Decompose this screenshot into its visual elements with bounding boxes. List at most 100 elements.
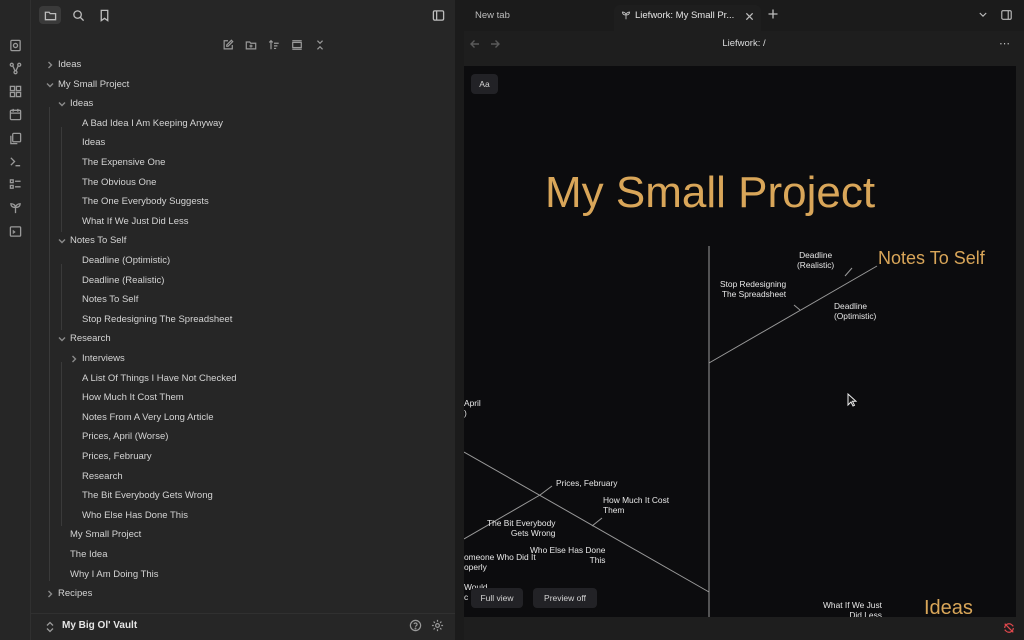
branch-line (844, 267, 853, 277)
tree-file[interactable]: Notes To Self (82, 291, 138, 309)
search-icon (72, 9, 84, 21)
tree-file[interactable]: Notes From A Very Long Article (82, 409, 213, 427)
tree-folder[interactable]: Recipes (58, 585, 92, 603)
auto-reveal-button[interactable] (285, 36, 308, 54)
tree-file[interactable]: Deadline (Realistic) (82, 272, 164, 290)
command-palette-icon[interactable] (8, 224, 22, 238)
collapse-panel-icon (291, 40, 302, 50)
font-toggle-button[interactable]: Aa (471, 74, 498, 94)
branch-line (793, 304, 801, 311)
node-deadline-optimistic[interactable]: Deadline (Optimistic) (834, 301, 876, 321)
node-how-much-it-cost[interactable]: How Much It Cost Them (603, 495, 669, 515)
terminal-icon[interactable] (8, 154, 22, 168)
tree-folder[interactable]: Interviews (82, 350, 125, 368)
sync-error-icon[interactable] (1003, 622, 1017, 636)
tree-file[interactable]: The Idea (70, 546, 108, 564)
tree-file[interactable]: What If We Just Did Less (82, 213, 188, 231)
tree-file[interactable]: Why I Am Doing This (70, 566, 159, 584)
node-prices-february[interactable]: Prices, February (556, 478, 617, 488)
chevron-down-icon[interactable] (45, 76, 55, 94)
tab-new-tab[interactable]: New tab (467, 5, 607, 31)
node-deadline-realistic[interactable]: Deadline (Realistic) (797, 250, 834, 270)
tree-file[interactable]: Stop Redesigning The Spreadsheet (82, 311, 232, 329)
tree-file[interactable]: How Much It Cost Them (82, 389, 184, 407)
files-tab-button[interactable] (39, 6, 61, 24)
tree-file[interactable]: A List Of Things I Have Not Checked (82, 370, 237, 388)
sprout-icon[interactable] (8, 200, 22, 214)
canvas-icon[interactable] (8, 84, 22, 98)
tree-file[interactable]: Deadline (Optimistic) (82, 252, 170, 270)
tree-folder[interactable]: Ideas (58, 56, 81, 74)
sort-button[interactable] (262, 36, 285, 54)
new-tab-icon[interactable] (768, 9, 778, 22)
branch-title-notes-to-self[interactable]: Notes To Self (878, 248, 985, 269)
chevron-down-icon[interactable] (57, 95, 67, 113)
tree-file[interactable]: Ideas (82, 134, 105, 152)
indent-guide (61, 263, 62, 331)
collapse-all-button[interactable] (308, 36, 331, 54)
tree-file[interactable]: Research (82, 468, 123, 486)
tree-file[interactable]: The Bit Everybody Gets Wrong (82, 487, 213, 505)
open-quick-switcher-icon[interactable] (8, 38, 22, 52)
root-node-title[interactable]: My Small Project (545, 168, 875, 218)
node-bit-everybody-gets-wrong[interactable]: The Bit Everybody Gets Wrong (487, 518, 555, 538)
tree-folder[interactable]: Ideas (70, 95, 93, 113)
sidebar-toggle-icon (432, 9, 444, 21)
tab-liefwork[interactable]: Liefwork: My Small Pr... (614, 5, 761, 31)
chevron-right-icon[interactable] (45, 56, 55, 74)
chevron-down-icon[interactable] (57, 232, 67, 250)
chevron-right-icon[interactable] (69, 350, 79, 368)
view-title: Liefwork: / (722, 38, 766, 49)
list-icon[interactable] (8, 177, 22, 191)
node-someone-who-did-it-partial[interactable]: omeone Who Did It operly (464, 552, 536, 572)
preview-toggle-button[interactable]: Preview off (533, 588, 597, 608)
close-icon[interactable] (745, 8, 754, 30)
chevron-down-icon[interactable] (978, 11, 988, 22)
new-folder-button[interactable] (239, 36, 262, 54)
tree-folder[interactable]: My Small Project (58, 76, 129, 94)
help-icon[interactable] (409, 619, 423, 633)
left-ribbon (0, 0, 31, 640)
file-explorer-actions (216, 36, 331, 54)
mindmap-canvas[interactable]: Aa My Small Project Notes To Self Ideas … (464, 66, 1016, 617)
gear-icon[interactable] (431, 619, 445, 633)
tree-file[interactable]: The Obvious One (82, 174, 156, 192)
search-tab-button[interactable] (67, 6, 89, 24)
indent-guide (61, 126, 62, 233)
graph-view-icon[interactable] (8, 61, 22, 75)
vault-switcher[interactable]: My Big Ol' Vault (31, 613, 455, 640)
pane-divider[interactable] (455, 0, 464, 640)
collapse-sidebar-button[interactable] (427, 6, 449, 24)
branch-title-ideas[interactable]: Ideas (924, 597, 973, 617)
branch-line (591, 517, 603, 527)
view-header: Liefwork: / ⋯ (464, 31, 1024, 58)
tree-file[interactable]: Who Else Has Done This (82, 507, 188, 525)
new-note-icon (223, 39, 234, 50)
tree-file[interactable]: The One Everybody Suggests (82, 193, 209, 211)
full-view-button[interactable]: Full view (471, 588, 523, 608)
tree-file[interactable]: My Small Project (70, 526, 141, 544)
chevron-right-icon[interactable] (45, 585, 55, 603)
node-stop-redesigning[interactable]: Stop Redesigning The Spreadsheet (720, 279, 786, 299)
bookmarks-tab-button[interactable] (93, 6, 115, 24)
new-note-button[interactable] (216, 36, 239, 54)
chevron-down-icon[interactable] (57, 330, 67, 348)
node-who-else-has-done-this[interactable]: Who Else Has Done This (530, 545, 605, 565)
tree-folder[interactable]: Research (70, 330, 111, 348)
tree-file[interactable]: Prices, February (82, 448, 152, 466)
indent-guide (61, 361, 62, 527)
node-prices-april-partial[interactable]: April) (464, 398, 481, 418)
tab-label: New tab (475, 10, 510, 21)
copy-icon[interactable] (8, 131, 22, 145)
tree-file[interactable]: Prices, April (Worse) (82, 428, 168, 446)
tree-file[interactable]: A Bad Idea I Am Keeping Anyway (82, 115, 223, 133)
node-what-if-we-just-did-less[interactable]: What If We Just Did Less (823, 600, 882, 617)
vault-name: My Big Ol' Vault (62, 620, 138, 631)
more-options-icon[interactable]: ⋯ (999, 39, 1010, 50)
tree-folder[interactable]: Notes To Self (70, 232, 126, 250)
sidebar-toggle-icon[interactable] (1000, 9, 1013, 24)
tree-file[interactable]: The Expensive One (82, 154, 165, 172)
calendar-icon[interactable] (8, 107, 22, 121)
mouse-cursor-icon (847, 392, 858, 410)
chevron-up-down-icon (45, 621, 55, 633)
